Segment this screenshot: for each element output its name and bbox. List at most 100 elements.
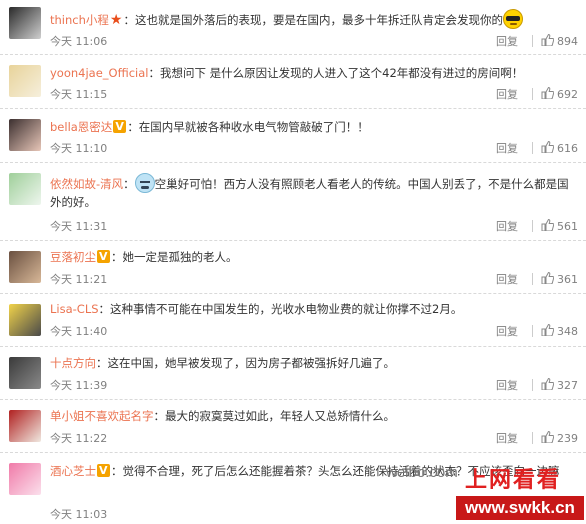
username-link[interactable]: 依然如故-清风	[50, 177, 123, 191]
star-badge-icon[interactable]: ★	[110, 11, 123, 29]
comment-content: ：这种事情不可能在中国发生的，光收水电物业费的就让你撑不过2月。	[98, 302, 463, 316]
comment-actions: 回复 239	[496, 430, 578, 446]
reply-button[interactable]: 回复	[496, 273, 518, 286]
comment-meta: 今天 11:31 回复 561	[50, 218, 578, 234]
like-button[interactable]: 348	[541, 324, 578, 338]
username-link[interactable]: 豆落初尘	[50, 250, 96, 264]
username-link[interactable]: 单小姐不喜欢起名字	[50, 409, 154, 423]
avatar[interactable]	[9, 7, 41, 39]
comment-actions: 回复 894	[496, 33, 578, 49]
reply-button[interactable]: 回复	[496, 88, 518, 101]
divider	[532, 273, 533, 285]
thumbs-up-icon	[541, 219, 554, 231]
thumbs-up-icon	[541, 34, 554, 46]
divider	[532, 142, 533, 154]
like-count: 361	[557, 273, 578, 286]
comment-time: 今天 11:03	[50, 508, 108, 521]
comment-item: 十点方向：这在中国，她早被发现了，因为房子都被强拆好几遍了。 今天 11:39 回复…	[0, 347, 586, 400]
like-button[interactable]: 239	[541, 431, 578, 445]
comment-meta: 今天 11:40 回复 348	[50, 323, 578, 339]
reply-button[interactable]: 回复	[496, 379, 518, 392]
comment-actions: 回复 327	[496, 377, 578, 393]
like-count: 327	[557, 379, 578, 392]
comment-time: 今天 11:40	[50, 325, 108, 338]
watermark: weibo.com 上网看看 www.swkk.cn	[386, 462, 586, 524]
reply-button[interactable]: 回复	[496, 220, 518, 233]
avatar[interactable]	[9, 119, 41, 151]
weibo-watermark: weibo.com	[386, 464, 458, 481]
avatar[interactable]	[9, 173, 41, 205]
divider	[532, 432, 533, 444]
comment-content: ：她一定是孤独的老人。	[111, 250, 238, 264]
comment-actions: 回复 348	[496, 323, 578, 339]
username-link[interactable]: 十点方向	[50, 356, 96, 370]
comment-text-line: Lisa-CLS：这种事情不可能在中国发生的，光收水电物业费的就让你撑不过2月。	[50, 300, 578, 318]
avatar[interactable]	[9, 251, 41, 283]
comment-item: 依然如故-清风： 空巢好可怕！西方人没有照顾老人看老人的传统。中国人别丢了，不是什…	[0, 163, 586, 241]
comment-time: 今天 11:22	[50, 432, 108, 445]
like-count: 239	[557, 432, 578, 445]
like-count: 561	[557, 220, 578, 233]
thumbs-up-icon	[541, 378, 554, 390]
like-button[interactable]: 561	[541, 219, 578, 233]
username-link[interactable]: thinch小程	[50, 13, 109, 27]
avatar[interactable]	[9, 463, 41, 495]
thumbs-up-icon	[541, 431, 554, 443]
comment-content: ：这也就是国外落后的表现，要是在国内，最多十年拆迁队肯定会发现你的	[123, 13, 503, 27]
comment-meta: 今天 11:21 回复 361	[50, 271, 578, 287]
comment-item: thinch小程★：这也就是国外落后的表现，要是在国内，最多十年拆迁队肯定会发现…	[0, 0, 586, 55]
comment-time: 今天 11:15	[50, 88, 108, 101]
username-link[interactable]: yoon4jae_Official	[50, 66, 148, 80]
reply-button[interactable]: 回复	[496, 432, 518, 445]
comment-actions: 回复 616	[496, 140, 578, 156]
username-link[interactable]: Lisa-CLS	[50, 302, 99, 316]
username-link[interactable]: bella恩密达	[50, 120, 112, 134]
like-button[interactable]: 894	[541, 34, 578, 48]
divider	[532, 379, 533, 391]
thumbs-up-icon	[541, 324, 554, 336]
site-url: www.swkk.cn	[456, 496, 584, 520]
avatar[interactable]	[9, 410, 41, 442]
comment-text-line: 单小姐不喜欢起名字：最大的寂寞莫过如此，年轻人又总矫情什么。	[50, 407, 578, 425]
divider	[532, 325, 533, 337]
comment-content: ：这在中国，她早被发现了，因为房子都被强拆好几遍了。	[96, 356, 395, 370]
comment-meta: 今天 11:15 回复 692	[50, 86, 578, 102]
comment-meta: 今天 11:22 回复 239	[50, 430, 578, 446]
like-button[interactable]: 327	[541, 378, 578, 392]
divider	[532, 88, 533, 100]
reply-button[interactable]: 回复	[496, 142, 518, 155]
comment-time: 今天 11:21	[50, 273, 108, 286]
comment-time: 今天 11:31	[50, 220, 108, 233]
comment-content: ：最大的寂寞莫过如此，年轻人又总矫情什么。	[153, 409, 396, 423]
comment-text-line: yoon4jae_Official：我想问下 是什么原因让发现的人进入了这个42…	[50, 64, 578, 82]
comment-content: ：在国内早就被各种收水电气物管敲破了门！！	[127, 120, 369, 134]
divider	[532, 35, 533, 47]
like-button[interactable]: 361	[541, 272, 578, 286]
like-button[interactable]: 692	[541, 87, 578, 101]
site-logo: 上网看看	[465, 468, 562, 493]
avatar[interactable]	[9, 304, 41, 336]
verified-badge-icon[interactable]	[113, 118, 127, 136]
like-button[interactable]: 616	[541, 141, 578, 155]
comment-text-line: 豆落初尘 ：她一定是孤独的老人。	[50, 248, 578, 266]
comment-item: yoon4jae_Official：我想问下 是什么原因让发现的人进入了这个42…	[0, 55, 586, 109]
avatar[interactable]	[9, 357, 41, 389]
comment-meta: 今天 11:39 回复 327	[50, 377, 578, 393]
comment-meta: 今天 11:06 回复 894	[50, 33, 578, 49]
avatar[interactable]	[9, 65, 41, 97]
username-link[interactable]: 酒心芝士	[50, 464, 96, 478]
reply-button[interactable]: 回复	[496, 325, 518, 338]
comment-item: 单小姐不喜欢起名字：最大的寂寞莫过如此，年轻人又总矫情什么。今天 11:22 回复…	[0, 400, 586, 453]
comment-actions: 回复 361	[496, 271, 578, 287]
comment-text-line: thinch小程★：这也就是国外落后的表现，要是在国内，最多十年拆迁队肯定会发现…	[50, 9, 578, 29]
cool-face-emoji-icon	[502, 9, 523, 29]
comment-actions: 回复 561	[496, 218, 578, 234]
comment-text-line: bella恩密达 ：在国内早就被各种收水电气物管敲破了门！！	[50, 118, 578, 136]
verified-badge-icon[interactable]	[97, 462, 110, 480]
like-count: 692	[557, 88, 578, 101]
verified-badge-icon[interactable]	[97, 248, 110, 266]
reply-button[interactable]: 回复	[496, 35, 518, 48]
comment-meta: 今天 11:10 回复 616	[50, 140, 578, 156]
thumbs-up-icon	[541, 87, 554, 99]
comment-actions: 回复 692	[496, 86, 578, 102]
